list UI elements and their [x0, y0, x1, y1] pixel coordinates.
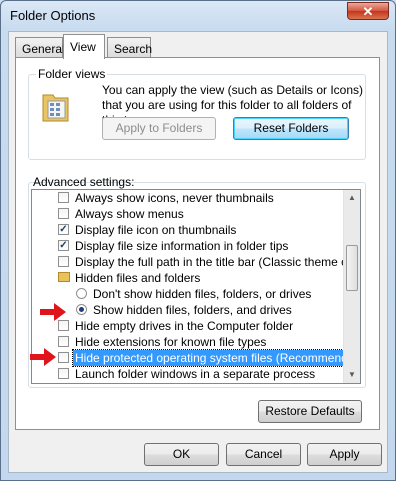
vertical-scrollbar[interactable]: ▲ ▼	[343, 190, 360, 383]
window-title: Folder Options	[10, 8, 96, 23]
checkbox[interactable]	[58, 192, 69, 203]
checkbox-checked[interactable]: ✓	[58, 224, 69, 235]
list-item-label: Hide empty drives in the Computer folder	[75, 319, 294, 333]
scroll-up-icon[interactable]: ▲	[344, 190, 360, 206]
list-item[interactable]: ✓ Display file icon on thumbnails	[32, 222, 344, 238]
checkbox[interactable]	[58, 368, 69, 379]
checkbox[interactable]	[58, 208, 69, 219]
checkbox[interactable]	[58, 352, 69, 363]
list-item-label: Hide protected operating system files (R…	[71, 349, 360, 367]
apply-to-folders-button[interactable]: Apply to Folders	[102, 117, 216, 140]
tab-view[interactable]: View	[63, 34, 105, 59]
list-item-label: Launch folder windows in a separate proc…	[75, 367, 316, 381]
list-item[interactable]: Always show menus	[32, 206, 344, 222]
list-item-selected[interactable]: Hide protected operating system files (R…	[32, 349, 360, 367]
list-item[interactable]: Hide empty drives in the Computer folder	[32, 318, 344, 334]
list-item[interactable]: ✓ Display file size information in folder…	[32, 238, 344, 254]
scroll-down-icon[interactable]: ▼	[344, 367, 360, 383]
list-item-label: Hidden files and folders	[75, 271, 201, 285]
list-item[interactable]: Don't show hidden files, folders, or dri…	[32, 286, 344, 302]
red-arrow-icon	[40, 303, 66, 321]
radio-button[interactable]	[76, 288, 87, 299]
list-item-label: Hide extensions for known file types	[75, 335, 267, 349]
tab-search-label: Search	[114, 42, 153, 56]
advanced-settings-list[interactable]: Always show icons, never thumbnails Alwa…	[31, 189, 361, 384]
checkbox[interactable]	[58, 320, 69, 331]
apply-button[interactable]: Apply	[307, 443, 382, 466]
list-item[interactable]: Show hidden files, folders, and drives	[32, 302, 344, 318]
list-item-label: Display file icon on thumbnails	[75, 223, 237, 237]
list-item-label: Display the full path in the title bar (…	[75, 255, 361, 269]
cancel-button[interactable]: Cancel	[226, 443, 301, 466]
title-bar[interactable]: Folder Options ✕	[1, 1, 395, 29]
red-arrow-icon	[30, 348, 56, 366]
folder-icon	[58, 272, 70, 282]
list-item: Hidden files and folders	[32, 270, 344, 286]
ok-button[interactable]: OK	[144, 443, 219, 466]
scrollbar-thumb[interactable]	[346, 245, 358, 291]
list-item[interactable]: Launch folder windows in a separate proc…	[32, 366, 344, 382]
tab-search[interactable]: Search	[107, 37, 153, 57]
list-item-label: Show hidden files, folders, and drives	[93, 303, 292, 317]
tab-general-label: General	[22, 42, 65, 56]
reset-folders-button[interactable]: Reset Folders	[233, 117, 349, 140]
list-item[interactable]: Always show icons, never thumbnails	[32, 190, 344, 206]
checkbox[interactable]	[58, 336, 69, 347]
list-item-label: Always show menus	[75, 207, 184, 221]
radio-button-selected[interactable]	[76, 304, 87, 315]
restore-defaults-button[interactable]: Restore Defaults	[258, 400, 362, 423]
list-item-label: Don't show hidden files, folders, or dri…	[93, 287, 312, 301]
close-button[interactable]: ✕	[347, 2, 389, 20]
checkbox[interactable]	[58, 256, 69, 267]
list-item-label: Display file size information in folder …	[75, 239, 289, 253]
folder-views-icon	[42, 94, 69, 122]
list-item[interactable]: Hide extensions for known file types	[32, 334, 344, 350]
list-item[interactable]: Display the full path in the title bar (…	[32, 254, 360, 270]
folder-views-label: Folder views	[36, 67, 108, 81]
close-icon: ✕	[362, 4, 374, 19]
advanced-settings-label: Advanced settings:	[33, 175, 135, 189]
tab-view-label: View	[70, 40, 96, 54]
checkbox-checked[interactable]: ✓	[58, 240, 69, 251]
list-item-label: Always show icons, never thumbnails	[75, 191, 274, 205]
tab-general[interactable]: General	[15, 37, 65, 57]
